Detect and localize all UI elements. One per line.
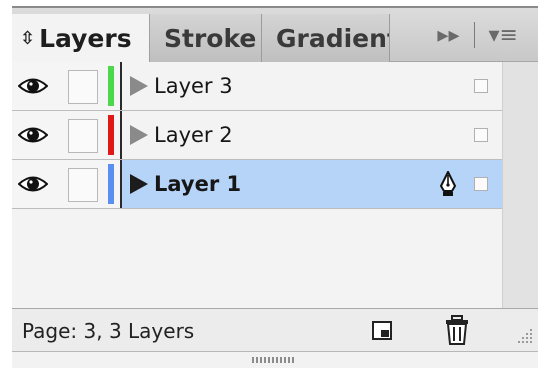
layer-row-controls: [12, 62, 122, 110]
layers-list: Layer 3 Layer 2 Layer 1: [12, 62, 502, 308]
layer-row[interactable]: Layer 1: [12, 160, 502, 209]
trash-icon[interactable]: [444, 315, 470, 345]
disclosure-triangle-icon[interactable]: [130, 174, 148, 194]
eye-icon[interactable]: [18, 174, 48, 194]
double-chevron-right-icon[interactable]: ▸▸: [437, 23, 459, 48]
disclosure-triangle-icon[interactable]: [130, 76, 148, 96]
layer-row[interactable]: Layer 3: [12, 62, 502, 111]
eye-icon[interactable]: [18, 125, 48, 145]
layer-row-main[interactable]: Layer 3: [122, 62, 502, 110]
layer-color-swatch: [108, 164, 114, 204]
layer-name: Layer 3: [154, 74, 233, 98]
lock-toggle[interactable]: [68, 70, 98, 104]
layers-panel: ⇳ Layers Stroke Gradient ▸▸ ▾≡ Layer 3 L…: [12, 6, 538, 368]
target-indicator[interactable]: [474, 128, 488, 142]
eye-icon[interactable]: [18, 76, 48, 96]
layer-row-main[interactable]: Layer 1: [122, 160, 502, 208]
resize-grip-icon[interactable]: [514, 325, 534, 345]
tab-label: Gradient: [276, 23, 390, 53]
tab-stroke[interactable]: Stroke: [150, 14, 262, 62]
tab-bar: ⇳ Layers Stroke Gradient ▸▸ ▾≡: [12, 8, 538, 62]
panel-bottom-strip: [12, 352, 538, 368]
layer-name: Layer 1: [154, 172, 242, 196]
tab-label: Stroke: [164, 23, 257, 53]
layer-row-main[interactable]: Layer 2: [122, 111, 502, 159]
tab-layers[interactable]: ⇳ Layers: [12, 14, 150, 62]
status-text: Page: 3, 3 Layers: [22, 319, 195, 343]
lock-toggle[interactable]: [68, 119, 98, 153]
tab-gradient[interactable]: Gradient: [262, 14, 390, 62]
layer-row[interactable]: Layer 2: [12, 111, 502, 160]
panel-resize-handle[interactable]: [252, 357, 296, 363]
panel-menu-icon[interactable]: ▾≡: [489, 23, 518, 48]
panel-footer: Page: 3, 3 Layers: [12, 308, 538, 352]
layer-row-controls: [12, 111, 122, 159]
target-indicator[interactable]: [474, 79, 488, 93]
tab-separator: [473, 22, 475, 48]
layer-name: Layer 2: [154, 123, 233, 147]
layer-row-controls: [12, 160, 122, 208]
layer-color-swatch: [108, 66, 114, 106]
target-indicator[interactable]: [474, 177, 488, 191]
layer-color-swatch: [108, 115, 114, 155]
updown-arrows-icon[interactable]: ⇳: [20, 28, 35, 49]
tab-overflow-controls: ▸▸ ▾≡: [437, 22, 518, 48]
tab-label: Layers: [39, 23, 132, 53]
new-layer-icon[interactable]: [372, 321, 394, 341]
vertical-scrollbar[interactable]: [502, 62, 538, 308]
pen-nib-icon: [439, 171, 457, 196]
lock-toggle[interactable]: [68, 168, 98, 202]
disclosure-triangle-icon[interactable]: [130, 125, 148, 145]
